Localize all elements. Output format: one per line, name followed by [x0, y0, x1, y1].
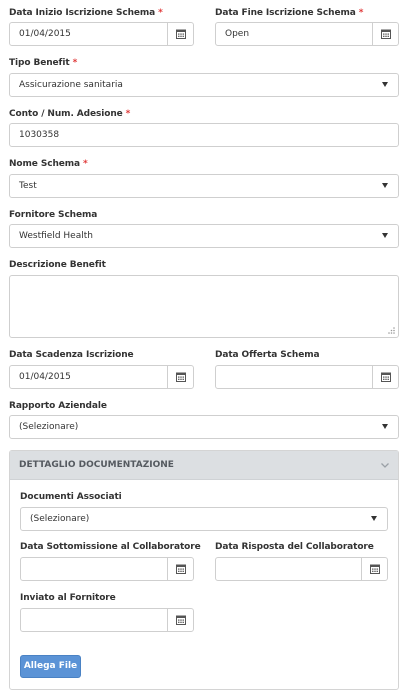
descrizione-benefit-label: Descrizione Benefit	[9, 260, 106, 270]
data-scadenza-field[interactable]: 01/04/2015	[9, 365, 194, 389]
chevron-down-icon[interactable]	[379, 459, 391, 471]
panel-title: DETTAGLIO DOCUMENTAZIONE	[19, 460, 174, 470]
data-scadenza-label: Data Scadenza Iscrizione	[9, 350, 134, 360]
descrizione-benefit-textarea[interactable]	[9, 275, 399, 338]
data-fine-value: Open	[225, 29, 250, 39]
calendar-icon[interactable]	[167, 609, 193, 631]
data-sottomissione-field[interactable]	[20, 557, 194, 581]
data-risposta-label: Data Risposta del Collaboratore	[215, 542, 374, 552]
conto-input[interactable]: 1030358	[9, 123, 399, 147]
conto-label: Conto / Num. Adesione *	[9, 109, 131, 119]
calendar-icon[interactable]	[361, 558, 387, 580]
panel-header[interactable]: DETTAGLIO DOCUMENTAZIONE	[10, 451, 398, 480]
nome-schema-value: Test	[19, 181, 37, 191]
caret-down-icon	[382, 183, 388, 188]
resize-grip-icon[interactable]	[387, 326, 395, 334]
data-sottomissione-label: Data Sottomissione al Collaboratore	[20, 542, 201, 552]
nome-schema-label: Nome Schema *	[9, 159, 88, 169]
data-inizio-value: 01/04/2015	[19, 29, 71, 39]
documenti-associati-value: (Selezionare)	[30, 514, 90, 524]
calendar-icon[interactable]	[167, 366, 193, 388]
tipo-benefit-label: Tipo Benefit *	[9, 58, 78, 68]
calendar-icon[interactable]	[372, 23, 398, 45]
data-inizio-field[interactable]: 01/04/2015	[9, 22, 194, 46]
rapporto-aziendale-select[interactable]: (Selezionare)	[9, 415, 399, 439]
data-inizio-label: Data Inizio Iscrizione Schema *	[9, 8, 163, 18]
documenti-associati-select[interactable]: (Selezionare)	[20, 507, 388, 531]
rapporto-aziendale-label: Rapporto Aziendale	[9, 401, 107, 411]
allega-file-button[interactable]: Allega File	[20, 655, 81, 678]
tipo-benefit-value: Assicurazione sanitaria	[19, 80, 123, 90]
data-fine-label: Data Fine Iscrizione Schema *	[215, 8, 364, 18]
fornitore-schema-value: Westfield Health	[19, 231, 93, 241]
data-fine-field[interactable]: Open	[215, 22, 399, 46]
tipo-benefit-select[interactable]: Assicurazione sanitaria	[9, 73, 399, 97]
caret-down-icon	[371, 516, 377, 521]
inviato-fornitore-field[interactable]	[20, 608, 194, 632]
nome-schema-select[interactable]: Test	[9, 174, 399, 198]
calendar-icon[interactable]	[167, 558, 193, 580]
rapporto-aziendale-value: (Selezionare)	[19, 422, 79, 432]
caret-down-icon	[382, 233, 388, 238]
caret-down-icon	[382, 424, 388, 429]
data-offerta-label: Data Offerta Schema	[215, 350, 320, 360]
calendar-icon[interactable]	[372, 366, 398, 388]
documenti-associati-label: Documenti Associati	[20, 492, 122, 502]
fornitore-schema-label: Fornitore Schema	[9, 210, 98, 220]
caret-down-icon	[382, 82, 388, 87]
fornitore-schema-select[interactable]: Westfield Health	[9, 224, 399, 248]
conto-value: 1030358	[19, 130, 60, 140]
data-risposta-field[interactable]	[215, 557, 388, 581]
calendar-icon[interactable]	[167, 23, 193, 45]
data-offerta-field[interactable]	[215, 365, 399, 389]
data-scadenza-value: 01/04/2015	[19, 372, 71, 382]
inviato-fornitore-label: Inviato al Fornitore	[20, 593, 116, 603]
